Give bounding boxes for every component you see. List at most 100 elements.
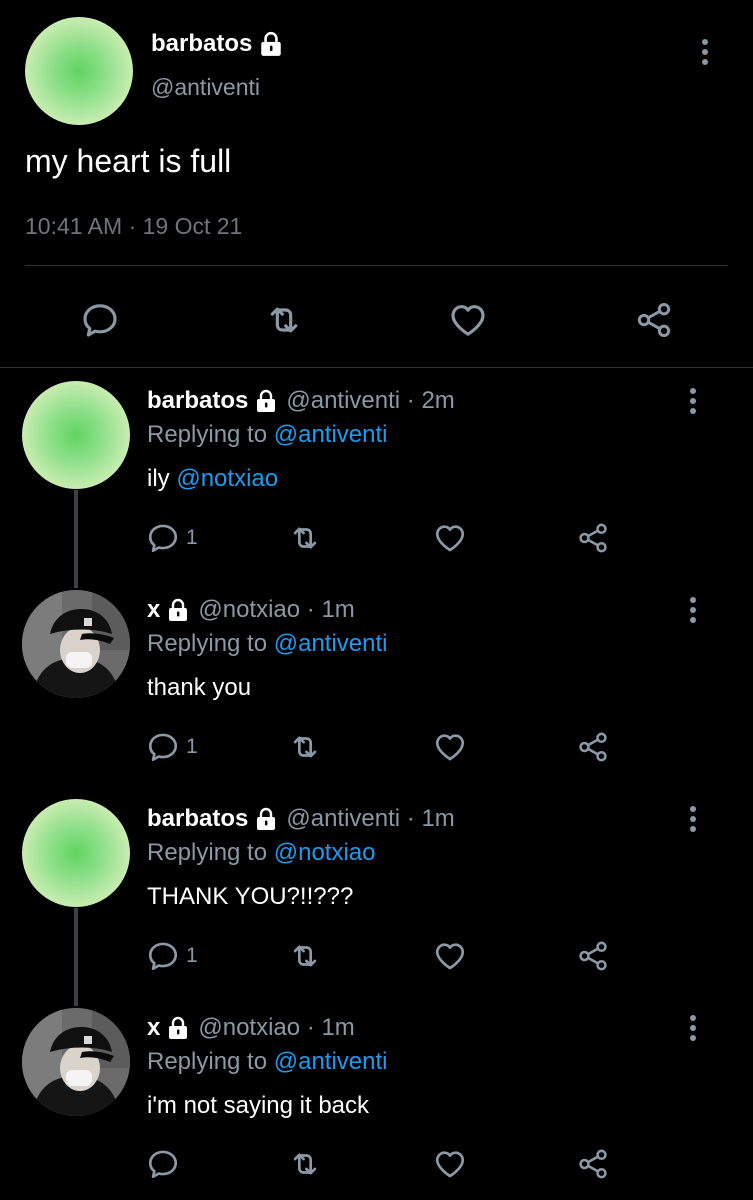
more-options-icon[interactable] [688, 1014, 698, 1042]
profile-photo [22, 1008, 130, 1116]
share-button[interactable] [576, 1142, 610, 1186]
lock-icon [254, 389, 278, 413]
share-icon [576, 1147, 610, 1181]
profile-photo [22, 590, 130, 698]
main-tweet-timestamp[interactable]: 10:41 AM · 19 Oct 21 [25, 213, 242, 240]
reply-text: ily @notxiao [147, 465, 278, 493]
more-options-icon[interactable] [700, 38, 710, 66]
share-button[interactable] [624, 290, 684, 350]
retweet-icon [288, 939, 322, 973]
replying-to-mention[interactable]: @antiventi [274, 421, 388, 448]
retweet-icon [288, 730, 322, 764]
reply-author-name[interactable]: x [147, 1014, 160, 1042]
share-icon [634, 300, 674, 340]
main-tweet-avatar[interactable] [25, 17, 133, 125]
reply-avatar[interactable] [22, 799, 130, 907]
reply-time[interactable]: 1m [321, 596, 354, 624]
reply-text-mention[interactable]: @notxiao [176, 465, 278, 492]
reply-time[interactable]: 1m [321, 1014, 354, 1042]
share-icon [576, 521, 610, 555]
reply-text: thank you [147, 674, 251, 702]
reply-button[interactable]: 1 [146, 516, 198, 560]
divider [0, 367, 753, 368]
retweet-button[interactable] [254, 290, 314, 350]
reply-actions [0, 1142, 753, 1186]
reply-handle[interactable]: @antiventi [286, 805, 400, 833]
reply-text-body: THANK YOU?!!??? [147, 883, 354, 910]
reply-icon [146, 939, 180, 973]
replying-to: Replying to @antiventi [147, 1048, 388, 1076]
heart-icon [433, 1147, 467, 1181]
more-options-icon[interactable] [688, 805, 698, 833]
reply-time[interactable]: 1m [421, 805, 454, 833]
heart-icon [433, 730, 467, 764]
main-tweet-actions [0, 290, 753, 350]
reply-text-body: thank you [147, 674, 252, 701]
retweet-icon [288, 1147, 322, 1181]
reply-author-name[interactable]: x [147, 596, 160, 624]
reply-time[interactable]: 2m [421, 387, 454, 415]
reply-actions: 1 [0, 934, 753, 978]
replying-to-label: Replying to [147, 1048, 274, 1075]
like-button[interactable] [433, 516, 467, 560]
divider [25, 265, 728, 266]
replying-to-mention[interactable]: @antiventi [274, 630, 388, 657]
retweet-button[interactable] [288, 934, 322, 978]
main-tweet-author[interactable]: barbatos [151, 30, 284, 58]
replying-to-label: Replying to [147, 839, 274, 866]
heart-icon [433, 521, 467, 555]
lock-icon [166, 1016, 190, 1040]
share-button[interactable] [576, 934, 610, 978]
main-tweet-text: my heart is full [25, 143, 232, 179]
reply-icon [80, 300, 120, 340]
reply-actions: 1 [0, 725, 753, 769]
reply-icon [146, 521, 180, 555]
reply-avatar[interactable] [22, 590, 130, 698]
retweet-button[interactable] [288, 516, 322, 560]
like-button[interactable] [433, 725, 467, 769]
like-button[interactable] [438, 290, 498, 350]
lock-icon [258, 31, 284, 57]
reply-actions: 1 [0, 516, 753, 560]
share-button[interactable] [576, 516, 610, 560]
reply-author-name[interactable]: barbatos [147, 805, 248, 833]
retweet-button[interactable] [288, 1142, 322, 1186]
main-tweet: barbatos @antiventi my heart is full 10:… [0, 0, 753, 368]
share-button[interactable] [576, 725, 610, 769]
like-button[interactable] [433, 934, 467, 978]
reply-count: 1 [186, 735, 198, 758]
reply-handle[interactable]: @notxiao [198, 1014, 300, 1042]
reply-header: x @notxiao · 1m [147, 1014, 355, 1042]
reply-avatar[interactable] [22, 381, 130, 489]
main-tweet-author-name[interactable]: barbatos [151, 30, 252, 58]
reply-button[interactable] [70, 290, 130, 350]
replying-to: Replying to @antiventi [147, 630, 388, 658]
reply-handle[interactable]: @antiventi [286, 387, 400, 415]
reply-button[interactable]: 1 [146, 725, 198, 769]
main-tweet-handle[interactable]: @antiventi [151, 74, 260, 101]
reply-author-name[interactable]: barbatos [147, 387, 248, 415]
reply-handle[interactable]: @notxiao [198, 596, 300, 624]
retweet-icon [264, 300, 304, 340]
replying-to-mention[interactable]: @notxiao [274, 839, 376, 866]
more-options-icon[interactable] [688, 387, 698, 415]
reply-text-body: i'm not saying it back [147, 1092, 370, 1119]
reply-icon [146, 1147, 180, 1181]
retweet-button[interactable] [288, 725, 322, 769]
reply-button[interactable] [146, 1142, 186, 1186]
reply-header: barbatos @antiventi · 2m [147, 387, 455, 415]
heart-icon [448, 300, 488, 340]
replying-to-mention[interactable]: @antiventi [274, 1048, 388, 1075]
reply-header: barbatos @antiventi · 1m [147, 805, 455, 833]
reply-text: THANK YOU?!!??? [147, 883, 353, 911]
more-options-icon[interactable] [688, 596, 698, 624]
heart-icon [433, 939, 467, 973]
like-button[interactable] [433, 1142, 467, 1186]
reply-icon [146, 730, 180, 764]
reply-avatar[interactable] [22, 1008, 130, 1116]
retweet-icon [288, 521, 322, 555]
share-icon [576, 730, 610, 764]
lock-icon [166, 598, 190, 622]
reply-button[interactable]: 1 [146, 934, 198, 978]
reply-count: 1 [186, 944, 198, 967]
